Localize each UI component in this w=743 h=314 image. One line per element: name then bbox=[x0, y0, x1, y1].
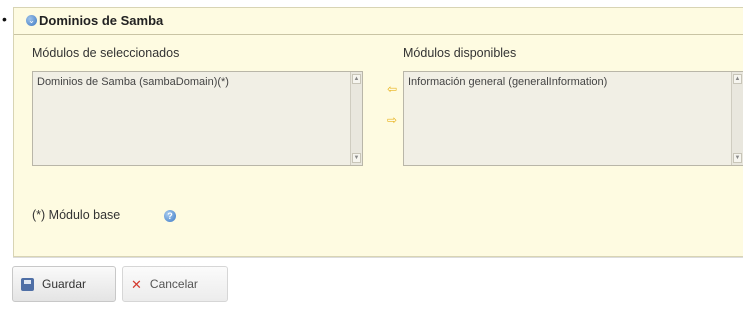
close-icon: ✕ bbox=[131, 276, 142, 292]
scroll-down-icon[interactable]: ▼ bbox=[352, 153, 361, 163]
selected-modules-list[interactable]: Dominios de Samba (sambaDomain)(*) ▲ ▼ bbox=[32, 71, 363, 166]
scroll-up-icon[interactable]: ▲ bbox=[352, 74, 361, 84]
save-button-label: Guardar bbox=[42, 277, 87, 291]
list-item[interactable]: Dominios de Samba (sambaDomain)(*) bbox=[37, 76, 229, 88]
help-icon[interactable]: ? bbox=[164, 210, 176, 222]
arrow-right-icon[interactable]: ⇨ bbox=[385, 114, 399, 126]
cancel-button[interactable]: ✕ Cancelar bbox=[122, 266, 228, 302]
cancel-button-label: Cancelar bbox=[149, 277, 198, 291]
save-button[interactable]: Guardar bbox=[12, 266, 116, 302]
list-bullet: • bbox=[2, 11, 7, 27]
save-icon bbox=[21, 277, 34, 291]
scroll-down-icon[interactable]: ▼ bbox=[733, 153, 742, 163]
arrow-left-icon[interactable]: ⇦ bbox=[385, 83, 399, 95]
panel-header: ⌄ Dominios de Samba bbox=[14, 8, 743, 35]
base-module-note: (*) Módulo base bbox=[32, 208, 121, 222]
scrollbar[interactable]: ▲ ▼ bbox=[350, 72, 362, 165]
available-modules-list[interactable]: Información general (generalInformation)… bbox=[403, 71, 743, 166]
available-modules-label: Módulos disponibles bbox=[403, 46, 517, 60]
panel-title: Dominios de Samba bbox=[39, 13, 164, 28]
selected-modules-label: Módulos de seleccionados bbox=[32, 46, 180, 60]
scroll-up-icon[interactable]: ▲ bbox=[733, 74, 742, 84]
footer-divider bbox=[13, 257, 743, 258]
list-item[interactable]: Información general (generalInformation) bbox=[408, 76, 607, 88]
chevron-down-icon[interactable]: ⌄ bbox=[26, 15, 37, 26]
scrollbar[interactable]: ▲ ▼ bbox=[731, 72, 743, 165]
